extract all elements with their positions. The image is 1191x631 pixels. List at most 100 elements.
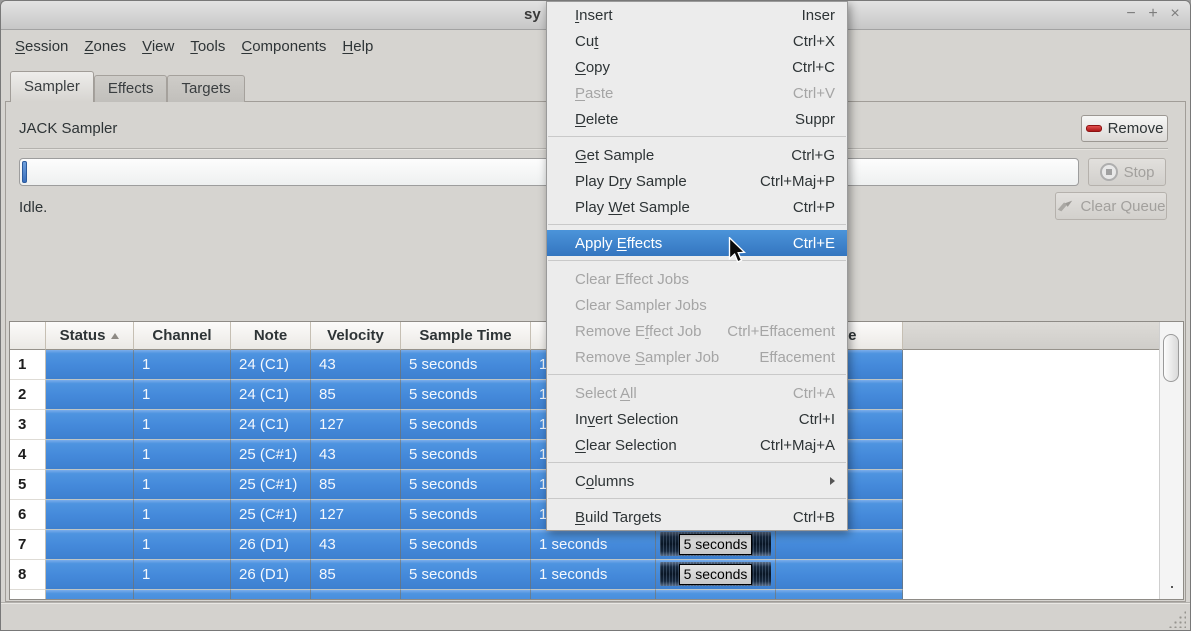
mnemonic-char: G [575, 147, 587, 164]
cell-num[interactable]: 1 [10, 350, 46, 380]
table-row[interactable] [10, 590, 1183, 599]
cell-num[interactable]: 4 [10, 440, 46, 470]
cell-status [46, 530, 134, 560]
cell-num[interactable]: 6 [10, 500, 46, 530]
resize-grip[interactable] [1168, 610, 1186, 628]
cell-sample_time: 5 seconds [401, 560, 531, 590]
menu-item-invert-selection[interactable]: Invert Selection Ctrl+I [547, 406, 847, 432]
cell-note: 24 (C1) [231, 410, 311, 440]
menu-item-paste: PasteCtrl+V [547, 80, 847, 106]
window-title: sy [524, 6, 541, 23]
column-header-num[interactable] [10, 322, 46, 350]
remove-button[interactable]: Remove [1081, 115, 1168, 142]
progress-bar-fill [22, 161, 27, 183]
cell-num[interactable]: 5 [10, 470, 46, 500]
mnemonic-char: S [15, 38, 25, 55]
cell-num[interactable]: 7 [10, 530, 46, 560]
row-filler [903, 590, 1183, 599]
menu-item-clear-selection[interactable]: Clear SelectionCtrl+Maj+A [547, 432, 847, 458]
label-fragment: et Sample [587, 147, 655, 164]
menu-item-label: Clear Sampler Jobs [575, 297, 707, 314]
menu-item-apply-effects[interactable]: Apply EffectsCtrl+E [547, 230, 847, 256]
menu-item-label: Cut [575, 33, 598, 50]
menu-item-label: Play Wet Sample [575, 199, 690, 216]
cell-num[interactable]: 3 [10, 410, 46, 440]
cell-sample_time: 5 seconds [401, 350, 531, 380]
label-fragment: Remove E [575, 323, 645, 340]
column-header-velocity[interactable]: Velocity [311, 322, 401, 350]
menu-item-columns[interactable]: Columns [547, 468, 847, 494]
vertical-scrollbar[interactable] [1159, 322, 1183, 599]
clear-queue-button-label: Clear Queue [1080, 198, 1165, 215]
cell-num[interactable]: 2 [10, 380, 46, 410]
minimize-button[interactable]: − [1121, 4, 1141, 24]
cell-num[interactable] [10, 590, 46, 599]
menu-item-label: Play Dry Sample [575, 173, 687, 190]
scrollbar-thumb[interactable] [1163, 334, 1179, 382]
menu-item-copy[interactable]: CopyCtrl+C [547, 54, 847, 80]
tab-sampler[interactable]: Sampler [10, 71, 94, 102]
column-header-status[interactable]: Status [46, 322, 134, 350]
label-fragment: ools [198, 38, 226, 55]
menu-item-label: Invert Selection [575, 411, 678, 428]
menubar-item-components[interactable]: Components [233, 34, 334, 59]
menu-item-insert[interactable]: InsertInser [547, 2, 847, 28]
tab-targets[interactable]: Targets [167, 75, 244, 102]
mnemonic-char: T [190, 38, 198, 55]
duration-label[interactable]: 5 seconds [679, 534, 753, 555]
cell-sample_time: 5 seconds [401, 380, 531, 410]
mnemonic-char: C [575, 59, 586, 76]
cell-note: 25 (C#1) [231, 500, 311, 530]
table-row[interactable]: 7126 (D1)435 seconds1 seconds5 seconds [10, 530, 1183, 560]
close-button[interactable]: × [1165, 4, 1185, 24]
menu-item-build-targets[interactable]: Build TargetsCtrl+B [547, 504, 847, 530]
column-header-sample_time[interactable]: Sample Time [401, 322, 531, 350]
row-filler [903, 530, 1183, 560]
status-text: Idle. [19, 199, 47, 216]
cell-num[interactable]: 8 [10, 560, 46, 590]
menubar-item-tools[interactable]: Tools [182, 34, 233, 59]
stop-button[interactable]: Stop [1088, 158, 1166, 186]
menubar-item-session[interactable]: Session [7, 34, 76, 59]
bottom-strip [1, 602, 1190, 631]
row-filler [903, 380, 1183, 410]
menu-item-accel: Ctrl+I [799, 411, 835, 428]
panel-title: JACK Sampler [19, 120, 117, 137]
cell-velocity: 85 [311, 560, 401, 590]
menu-separator [547, 256, 847, 266]
label-fragment: y Sample [624, 173, 687, 190]
mnemonic-char: C [241, 38, 252, 55]
menu-item-label: Remove Effect Job [575, 323, 701, 340]
menu-item-cut[interactable]: Cut Ctrl+X [547, 28, 847, 54]
clear-queue-button[interactable]: Clear Queue [1055, 192, 1167, 220]
cell-status [46, 440, 134, 470]
menu-item-play-dry-sample[interactable]: Play Dry SampleCtrl+Maj+P [547, 168, 847, 194]
tab-effects[interactable]: Effects [94, 75, 168, 102]
cell-time2: 1 seconds [531, 530, 656, 560]
menubar-item-help[interactable]: Help [334, 34, 381, 59]
scrollbar-dot [1171, 586, 1173, 588]
menu-item-label: Select All [575, 385, 637, 402]
label-fragment: uild Targets [585, 509, 661, 526]
menu-item-label: Delete [575, 111, 618, 128]
menu-item-clear-sampler-jobs: Clear Sampler Jobs [547, 292, 847, 318]
waveform-thumbnail: 5 seconds [660, 562, 771, 586]
menu-item-accel: Suppr [795, 111, 835, 128]
menu-item-delete[interactable]: Delete Suppr [547, 106, 847, 132]
row-filler [903, 440, 1183, 470]
menu-item-get-sample[interactable]: Get SampleCtrl+G [547, 142, 847, 168]
menubar-item-zones[interactable]: Zones [76, 34, 134, 59]
menu-item-play-wet-sample[interactable]: Play Wet SampleCtrl+P [547, 194, 847, 220]
mnemonic-char: D [575, 111, 586, 128]
column-header-note[interactable]: Note [231, 322, 311, 350]
table-row[interactable]: 8126 (D1)855 seconds1 seconds5 seconds [10, 560, 1183, 590]
menu-item-accel: Ctrl+X [793, 33, 835, 50]
menubar-item-view[interactable]: View [134, 34, 182, 59]
menu-item-accel: Ctrl+A [793, 385, 835, 402]
column-header-channel[interactable]: Channel [134, 322, 231, 350]
label-fragment: et Sample [622, 199, 690, 216]
label-fragment: Clear Sampler Jobs [575, 297, 707, 314]
cell-velocity: 43 [311, 530, 401, 560]
maximize-button[interactable]: + [1143, 4, 1163, 24]
duration-label[interactable]: 5 seconds [679, 564, 753, 585]
